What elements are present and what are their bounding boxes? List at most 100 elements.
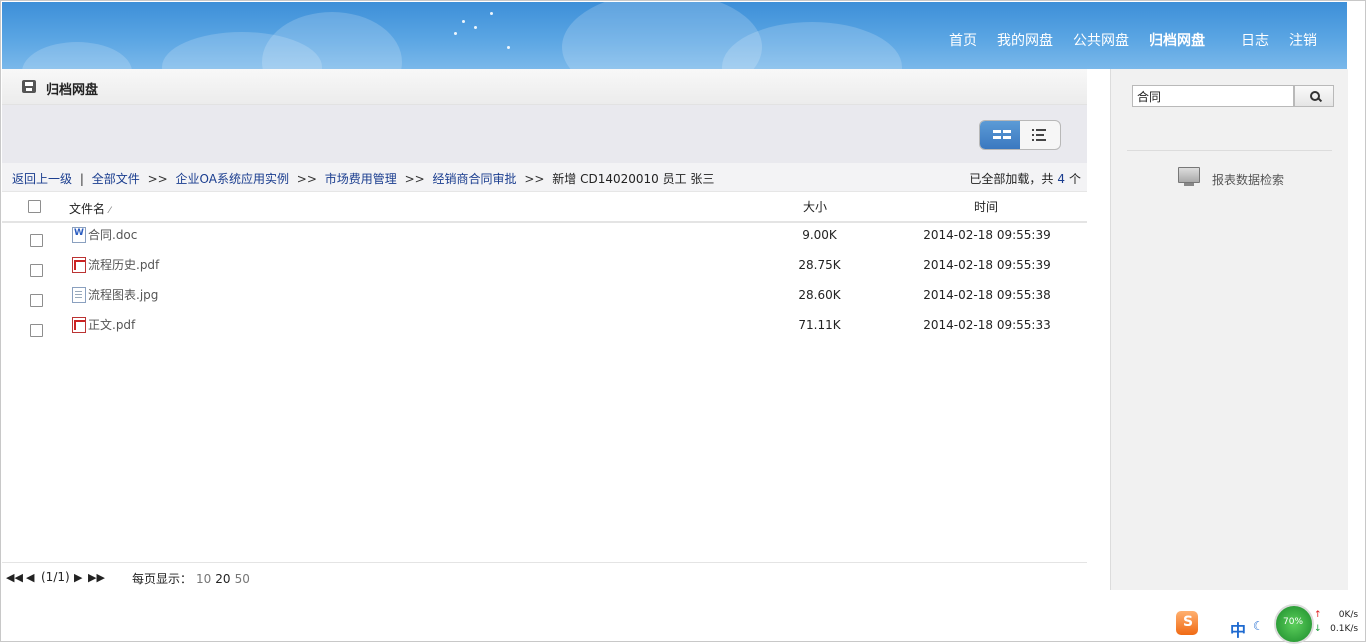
list-view-button[interactable]	[1020, 121, 1060, 149]
breadcrumb-market-expense[interactable]: 市场费用管理	[325, 172, 397, 186]
breadcrumb-divider: |	[79, 172, 84, 186]
breadcrumb-separator: >>	[404, 172, 425, 186]
breadcrumb-separator: >>	[296, 172, 317, 186]
panel-titlebar: 归档网盘	[2, 69, 1087, 105]
report-search-link[interactable]: 报表数据检索	[1212, 171, 1284, 188]
file-panel: 归档网盘 返回上一级 | 全部文件 >> 企业OA系统应用实例 >> 市场费用管…	[2, 69, 1087, 591]
nav-log[interactable]: 日志	[1241, 30, 1269, 50]
upload-arrow-icon: ↑	[1314, 610, 1322, 620]
file-name[interactable]: 合同.doc	[88, 226, 137, 243]
row-checkbox[interactable]	[30, 234, 43, 247]
path-bar: 返回上一级 | 全部文件 >> 企业OA系统应用实例 >> 市场费用管理 >> …	[2, 163, 1087, 192]
breadcrumb-all-files[interactable]: 全部文件	[92, 172, 140, 186]
load-status-suffix: 个	[1068, 172, 1081, 186]
network-gauge-icon[interactable]: 70%	[1274, 604, 1314, 644]
file-size: 9.00K	[802, 228, 837, 242]
nav-archive-disk[interactable]: 归档网盘	[1149, 30, 1205, 50]
image-file-icon	[72, 287, 86, 303]
top-banner: 首页 我的网盘 公共网盘 归档网盘 日志 注销	[2, 2, 1347, 69]
star-decoration	[490, 12, 493, 15]
file-name[interactable]: 正文.pdf	[88, 316, 135, 333]
view-mode-switch	[979, 120, 1061, 150]
table-row[interactable]: 流程历史.pdf 28.75K 2014-02-18 09:55:39	[2, 254, 1087, 284]
select-all-checkbox[interactable]	[28, 200, 41, 213]
per-page-selector: 每页显示： 10 20 50	[132, 570, 250, 587]
per-page-option-50[interactable]: 50	[235, 572, 250, 586]
prev-page-icon[interactable]: ◀	[26, 571, 34, 584]
page-title: 归档网盘	[46, 83, 99, 98]
right-sidebar: 合同 报表数据检索	[1110, 69, 1348, 590]
per-page-option-20[interactable]: 20	[215, 572, 230, 586]
floppy-disk-icon	[22, 80, 36, 93]
search-button[interactable]	[1294, 85, 1334, 107]
main-nav: 首页 我的网盘 公共网盘 归档网盘 日志 注销	[929, 30, 1317, 50]
table-row[interactable]: 正文.pdf 71.11K 2014-02-18 09:55:33	[2, 314, 1087, 344]
row-checkbox[interactable]	[30, 264, 43, 277]
file-size: 71.11K	[798, 318, 841, 332]
download-speed-value: 0.1K/s	[1330, 624, 1359, 634]
download-speed: ↓ 0.1K/s	[1314, 624, 1358, 634]
row-checkbox[interactable]	[30, 294, 43, 307]
nav-public-disk[interactable]: 公共网盘	[1073, 30, 1129, 50]
toolbar	[2, 105, 1087, 163]
column-time[interactable]: 时间	[974, 198, 998, 215]
breadcrumb: 返回上一级 | 全部文件 >> 企业OA系统应用实例 >> 市场费用管理 >> …	[12, 170, 714, 187]
per-page-label: 每页显示：	[132, 572, 193, 586]
pagination: ◀◀ ◀ (1/1) ▶ ▶▶ 每页显示： 10 20 50	[2, 562, 1087, 592]
ime-logo: S	[1183, 614, 1194, 630]
monitor-icon	[1178, 167, 1200, 186]
breadcrumb-current: 新增 CD14020010 员工 张三	[552, 172, 715, 186]
first-page-icon[interactable]: ◀◀	[6, 571, 23, 584]
sogou-ime-icon[interactable]: S	[1176, 611, 1198, 635]
go-up-link[interactable]: 返回上一级	[12, 172, 72, 186]
search-input[interactable]: 合同	[1132, 85, 1294, 107]
list-icon	[1032, 129, 1046, 141]
nav-logout[interactable]: 注销	[1289, 30, 1317, 50]
breadcrumb-separator: >>	[524, 172, 545, 186]
breadcrumb-oa-examples[interactable]: 企业OA系统应用实例	[176, 172, 289, 186]
moon-icon[interactable]: ☾	[1253, 619, 1264, 633]
per-page-option-10[interactable]: 10	[196, 572, 211, 586]
file-count: 4	[1057, 172, 1065, 186]
column-size[interactable]: 大小	[803, 198, 827, 215]
sort-icon: ⁄	[109, 206, 111, 216]
nav-my-disk[interactable]: 我的网盘	[997, 30, 1053, 50]
pdf-icon	[72, 257, 86, 273]
file-time: 2014-02-18 09:55:38	[923, 288, 1051, 302]
grid-icon	[993, 130, 1011, 140]
column-filename-label: 文件名	[69, 202, 106, 216]
page-info: (1/1)	[41, 570, 70, 584]
file-time: 2014-02-18 09:55:33	[923, 318, 1051, 332]
upload-speed-value: 0K/s	[1338, 610, 1359, 620]
row-checkbox[interactable]	[30, 324, 43, 337]
file-time: 2014-02-18 09:55:39	[923, 258, 1051, 272]
last-page-icon[interactable]: ▶▶	[88, 571, 105, 584]
cloud-decoration	[262, 12, 402, 69]
load-status-prefix: 已全部加载，共	[969, 172, 1054, 186]
table-row[interactable]: 流程图表.jpg 28.60K 2014-02-18 09:55:38	[2, 284, 1087, 314]
table-row[interactable]: 合同.doc 9.00K 2014-02-18 09:55:39	[2, 224, 1087, 254]
column-filename[interactable]: 文件名 ⁄	[69, 200, 111, 217]
file-size: 28.75K	[798, 258, 841, 272]
ime-language-indicator[interactable]: 中	[1230, 617, 1246, 641]
search-icon	[1310, 91, 1320, 101]
cloud-decoration	[22, 42, 132, 69]
grid-view-button[interactable]	[980, 121, 1020, 149]
load-status: 已全部加载，共 4 个	[969, 170, 1081, 187]
star-decoration	[462, 20, 465, 23]
sidebar-divider	[1127, 150, 1332, 151]
star-decoration	[474, 26, 477, 29]
file-name[interactable]: 流程历史.pdf	[88, 256, 159, 273]
breadcrumb-separator: >>	[147, 172, 168, 186]
file-size: 28.60K	[798, 288, 841, 302]
system-tray: S 中 ☾ 70% ↑ 0K/s ↓ 0.1K/s	[1172, 603, 1366, 644]
file-name[interactable]: 流程图表.jpg	[88, 286, 158, 303]
download-arrow-icon: ↓	[1314, 624, 1322, 634]
pdf-icon	[72, 317, 86, 333]
breadcrumb-contract-approval[interactable]: 经销商合同审批	[433, 172, 517, 186]
upload-speed: ↑ 0K/s	[1314, 610, 1358, 620]
file-time: 2014-02-18 09:55:39	[923, 228, 1051, 242]
nav-home[interactable]: 首页	[949, 30, 977, 50]
next-page-icon[interactable]: ▶	[74, 571, 82, 584]
star-decoration	[454, 32, 457, 35]
